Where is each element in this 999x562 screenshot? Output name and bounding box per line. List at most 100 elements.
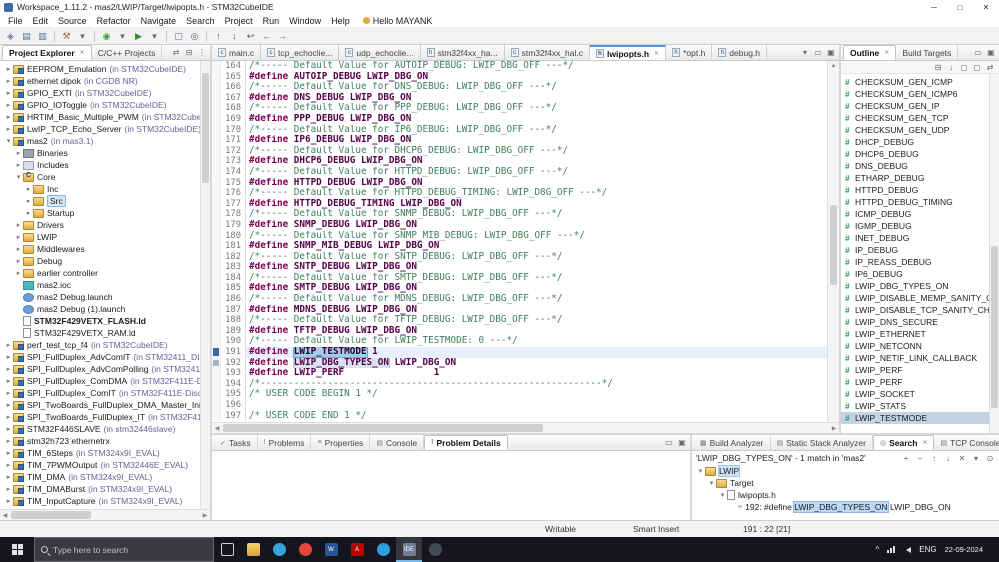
outline-item[interactable]: # LWIP_DNS_SECURE bbox=[841, 316, 999, 328]
build-dropdown-icon[interactable]: ▾ bbox=[75, 29, 90, 43]
tree-arrow-icon[interactable]: ▸ bbox=[4, 437, 13, 445]
tab-project-explorer[interactable]: Project Explorer ✕ bbox=[2, 45, 92, 60]
tray-expand-icon[interactable]: ^ bbox=[876, 545, 880, 554]
scroll-right-icon[interactable]: ▶ bbox=[829, 423, 839, 433]
pin-search-view-icon[interactable]: ⊙ bbox=[985, 454, 995, 463]
tree-item[interactable]: ▸ Src bbox=[0, 195, 210, 207]
code-line[interactable]: 193 #define LWIP_PERF 1 bbox=[212, 368, 827, 379]
new-wizard-icon[interactable]: ◈ bbox=[3, 29, 18, 43]
outline-item[interactable]: # LWIP_DISABLE_MEMP_SANITY_CHEC bbox=[841, 292, 999, 304]
tree-item[interactable]: STM32F429VETX_FLASH.ld bbox=[0, 315, 210, 327]
code-line[interactable]: 186/*----- Default Value for MDNS_DEBUG:… bbox=[212, 294, 827, 305]
close-tab-icon[interactable]: ✕ bbox=[922, 439, 927, 446]
outline-item[interactable]: # IP_DEBUG bbox=[841, 244, 999, 256]
tree-item[interactable]: ▸ SPI_FullDuplex_AdvComPolling (in STM3241… bbox=[0, 363, 210, 375]
close-tab-icon[interactable]: ✕ bbox=[80, 49, 85, 56]
sort-icon[interactable]: ↓ bbox=[946, 63, 956, 72]
line-number[interactable]: 187 bbox=[221, 304, 246, 316]
tree-arrow-icon[interactable]: ▸ bbox=[4, 65, 13, 73]
outline-item[interactable]: # DNS_DEBUG bbox=[841, 160, 999, 172]
remove-all-matches-icon[interactable]: ✕ bbox=[957, 454, 967, 463]
tree-item[interactable]: ▸ Middlewares bbox=[0, 243, 210, 255]
hide-fields-icon[interactable]: ◻ bbox=[959, 63, 969, 72]
tree-item[interactable]: ▸ TIM_6Steps (in STM324x9I_EVAL) bbox=[0, 447, 210, 459]
code-line[interactable]: 187 #define MDNS_DEBUG LWIP_DBG_ON bbox=[212, 304, 827, 316]
back-icon[interactable]: ← bbox=[259, 29, 274, 43]
outline-item[interactable]: # IP6_DEBUG bbox=[841, 268, 999, 280]
tree-arrow-icon[interactable]: ▸ bbox=[4, 413, 13, 421]
editor-tab-opt-h[interactable]: h *opt.h bbox=[666, 45, 713, 60]
tree-arrow-icon[interactable]: ▾ bbox=[696, 467, 705, 475]
next-annotation-icon[interactable]: ↓ bbox=[227, 29, 242, 43]
expand-all-icon[interactable]: + bbox=[901, 454, 911, 463]
word-taskbar-icon[interactable]: W bbox=[318, 537, 344, 562]
user-menu[interactable]: Hello MAYANK bbox=[362, 16, 432, 26]
line-number[interactable]: 164 bbox=[221, 61, 246, 72]
line-number[interactable]: 170 bbox=[221, 124, 246, 136]
debug-dropdown-icon[interactable]: ▾ bbox=[115, 29, 130, 43]
code-line[interactable]: 178/*----- Default Value for SNMP_DEBUG:… bbox=[212, 209, 827, 220]
code-line[interactable]: 169 #define PPP_DEBUG LWIP_DBG_ON bbox=[212, 113, 827, 125]
build-all-icon[interactable]: ⚒ bbox=[59, 29, 74, 43]
tree-arrow-icon[interactable]: ▸ bbox=[4, 389, 13, 397]
tree-arrow-icon[interactable]: ▸ bbox=[4, 497, 13, 505]
code-line[interactable]: 174/*----- Default Value for HTTPD_DEBUG… bbox=[212, 166, 827, 178]
line-number[interactable]: 196 bbox=[221, 400, 246, 411]
explorer-vscrollbar[interactable] bbox=[200, 61, 210, 509]
outline-item[interactable]: # IGMP_DEBUG bbox=[841, 220, 999, 232]
tree-arrow-icon[interactable]: ▸ bbox=[4, 449, 13, 457]
tree-item[interactable]: ▸ Drivers bbox=[0, 219, 210, 231]
menu-window[interactable]: Window bbox=[284, 15, 326, 27]
line-number[interactable]: 174 bbox=[221, 166, 246, 178]
tree-item[interactable]: ▸ SPI_FullDuplex_ComIT (in STM32F411E-Disc… bbox=[0, 387, 210, 399]
view-menu-icon[interactable]: ⋮ bbox=[197, 48, 207, 57]
editor-tab-lwipopts-h[interactable]: h lwipopts.h ✕ bbox=[590, 45, 667, 60]
tab-tcp-console[interactable]: ▤ TCP Console bbox=[934, 435, 999, 450]
line-number[interactable]: 191 bbox=[221, 347, 246, 358]
editor-tab-main-c[interactable]: c main.c bbox=[212, 45, 262, 60]
code-line[interactable]: 189 #define TFTP_DEBUG LWIP_DBG_ON bbox=[212, 325, 827, 337]
outline-item[interactable]: # ETHARP_DEBUG bbox=[841, 172, 999, 184]
code-line[interactable]: 190/*----- Default Value for LWIP_TESTMO… bbox=[212, 336, 827, 348]
code-line[interactable]: 188/*----- Default Value for TFTP_DEBUG:… bbox=[212, 315, 827, 326]
previous-annotation-icon[interactable]: ↑ bbox=[211, 29, 226, 43]
tree-arrow-icon[interactable]: ▸ bbox=[4, 125, 13, 133]
tree-arrow-icon[interactable]: ▸ bbox=[14, 269, 23, 277]
line-number[interactable]: 178 bbox=[221, 209, 246, 220]
minimize-panel-icon[interactable]: ▭ bbox=[973, 48, 983, 57]
forward-icon[interactable]: → bbox=[275, 29, 290, 43]
tree-arrow-icon[interactable]: ▾ bbox=[707, 479, 716, 487]
tree-arrow-icon[interactable]: ▸ bbox=[24, 185, 33, 193]
line-number[interactable]: 188 bbox=[221, 315, 246, 326]
tab-build-analyzer[interactable]: ▦ Build Analyzer bbox=[694, 435, 771, 450]
outline-item[interactable]: # LWIP_PERF bbox=[841, 376, 999, 388]
outline-item[interactable]: # INET_DEBUG bbox=[841, 232, 999, 244]
code-line[interactable]: 168/*----- Default Value for PPP_DEBUG: … bbox=[212, 103, 827, 114]
code-line[interactable]: 170/*----- Default Value for IP6_DEBUG: … bbox=[212, 124, 827, 136]
outline-item[interactable]: # DHCP_DEBUG bbox=[841, 136, 999, 148]
outline-item[interactable]: # LWIP_NETCONN bbox=[841, 340, 999, 352]
scroll-left-icon[interactable]: ◀ bbox=[212, 423, 222, 433]
volume-icon[interactable] bbox=[903, 546, 912, 553]
tree-item[interactable]: ▸ TIM_DMABurst (in STM324x9I_EVAL) bbox=[0, 483, 210, 495]
code-line[interactable]: 191 #define LWIP_TESTMODE 1 bbox=[212, 347, 827, 358]
tree-item[interactable]: ▸ EEPROM_Emulation (in STM32CubeIDE) bbox=[0, 63, 210, 75]
line-number[interactable]: 171 bbox=[221, 135, 246, 146]
previous-match-icon[interactable]: ↑ bbox=[929, 454, 939, 463]
tree-arrow-icon[interactable]: ▸ bbox=[4, 89, 13, 97]
line-number[interactable]: 193 bbox=[221, 368, 246, 379]
tree-arrow-icon[interactable]: ▸ bbox=[24, 209, 33, 217]
tab-outline[interactable]: Outline ✕ bbox=[843, 45, 897, 60]
last-edit-location-icon[interactable]: ↩ bbox=[243, 29, 258, 43]
tree-arrow-icon[interactable]: ▸ bbox=[4, 485, 13, 493]
run-icon[interactable]: ▶ bbox=[131, 29, 146, 43]
line-number[interactable]: 176 bbox=[221, 188, 246, 199]
tree-item[interactable]: ▸ STM32F446SLAVE (in stm32446slave) bbox=[0, 423, 210, 435]
tree-item[interactable]: ▸ SPI_TwoBoards_FullDuplex_IT (in STM32F41… bbox=[0, 411, 210, 423]
code-line[interactable]: 173 #define DHCP6_DEBUG LWIP_DBG_ON bbox=[212, 156, 827, 167]
outline-vscrollbar[interactable] bbox=[989, 74, 999, 433]
chrome-browser-taskbar-icon[interactable] bbox=[292, 537, 318, 562]
menu-source[interactable]: Source bbox=[53, 15, 92, 27]
scroll-up-icon[interactable]: ▲ bbox=[828, 61, 839, 71]
clock-date[interactable]: 22-09-2024 bbox=[945, 545, 983, 554]
